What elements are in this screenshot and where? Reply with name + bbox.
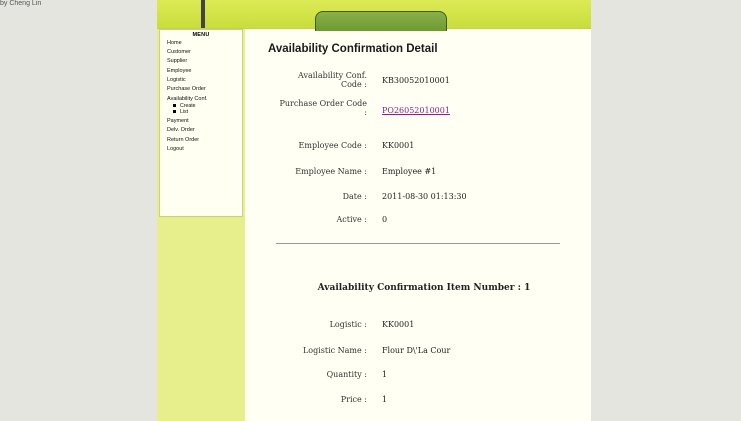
field-label-po-code-line2: : [364, 108, 367, 117]
menu-item-purchase-order[interactable]: Purchase Order [167, 85, 242, 94]
page-container: MENU Home Customer Supplier Employee Log… [157, 0, 591, 421]
sidebar: MENU Home Customer Supplier Employee Log… [157, 29, 245, 421]
header-banner [157, 0, 591, 31]
menu-item-supplier[interactable]: Supplier [167, 57, 242, 66]
bullet-icon [173, 110, 176, 114]
field-label-employee-name: Employee Name : [295, 167, 367, 176]
menu-item-customer[interactable]: Customer [167, 48, 242, 57]
menu-item-payment[interactable]: Payment [167, 117, 242, 126]
item-value-logistic: KK0001 [382, 320, 415, 329]
field-value-date: 2011-08-30 01:13:30 [382, 192, 467, 201]
menu-title: MENU [192, 32, 210, 38]
section-divider [276, 243, 560, 244]
main-content: Availability Confirmation Detail Availab… [257, 29, 591, 421]
item-value-price: 1 [382, 395, 388, 404]
menu-item-return-order[interactable]: Return Order [167, 136, 242, 145]
menu-box: MENU Home Customer Supplier Employee Log… [159, 29, 243, 217]
header-tab [315, 11, 447, 31]
item-section-heading: Availability Confirmation Item Number : … [317, 283, 531, 293]
field-label-date: Date : [342, 192, 367, 201]
item-value-quantity: 1 [382, 370, 388, 379]
field-label-employee-code: Employee Code : [298, 141, 367, 150]
item-value-logistic-name: Flour D\'La Cour [382, 346, 451, 355]
bullet-icon [173, 104, 176, 108]
field-label-conf-code-line2: Code : [340, 80, 367, 89]
field-value-conf-code: KB30052010001 [382, 76, 450, 85]
field-value-active: 0 [382, 215, 388, 224]
submenu-label-list: List [180, 109, 189, 116]
item-label-logistic-name: Logistic Name : [302, 346, 367, 355]
field-value-employee-name: Employee #1 [382, 167, 437, 176]
menu-item-delivery-order[interactable]: Delv. Order [167, 126, 242, 135]
menu-item-employee[interactable]: Employee [167, 67, 242, 76]
page-title: Availability Confirmation Detail [268, 43, 438, 55]
menu-item-logistic[interactable]: Logistic [167, 76, 242, 85]
item-label-quantity: Quantity : [326, 370, 367, 379]
purchase-order-link[interactable]: PO26052010001 [382, 106, 450, 116]
menu-item-logout[interactable]: Logout [167, 145, 242, 154]
field-label-active: Active : [336, 215, 367, 224]
item-label-logistic: Logistic : [329, 320, 367, 329]
menu-item-availability-conf[interactable]: Availability Conf. [167, 96, 242, 103]
corner-text: by Cheng Lin [0, 0, 42, 7]
menu-item-home[interactable]: Home [167, 39, 242, 48]
field-value-employee-code: KK0001 [382, 141, 415, 150]
submenu-item-list[interactable]: List [173, 109, 242, 115]
header-post-decoration [201, 0, 205, 28]
item-label-price: Price : [340, 395, 367, 404]
